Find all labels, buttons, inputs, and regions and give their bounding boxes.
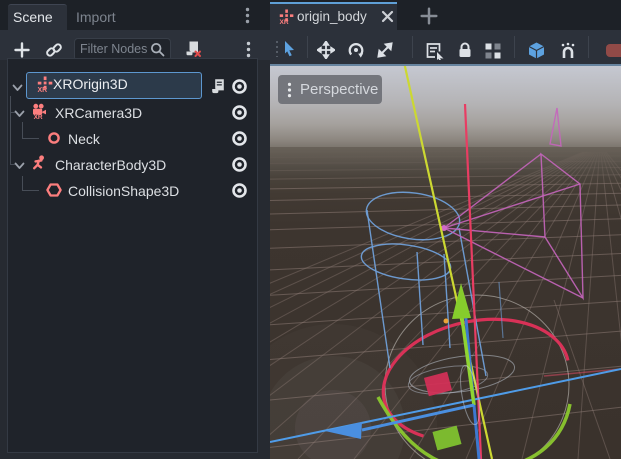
svg-text:XR: XR [34, 114, 43, 119]
svg-text:XR: XR [38, 87, 48, 92]
svg-text:XR: XR [279, 19, 288, 24]
